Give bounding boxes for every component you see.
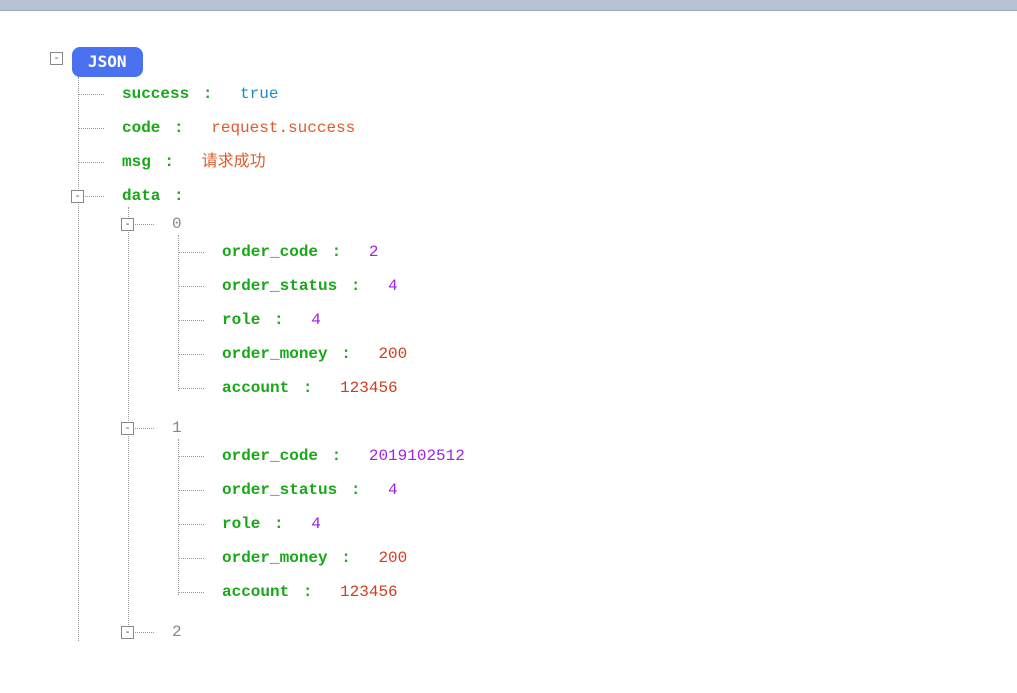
colon: : [199, 85, 217, 103]
node-data-2: - 2 [154, 615, 1017, 649]
collapse-icon[interactable]: - [50, 52, 63, 65]
node-account: account : 123456 [204, 371, 1017, 405]
array-index: 0 [172, 215, 182, 233]
colon: : [328, 447, 346, 465]
key-role: role [222, 515, 260, 533]
node-order-money: order_money : 200 [204, 337, 1017, 371]
node-data-1: - 1 order_code : 2019102512 order_status… [154, 411, 1017, 615]
key-order-money: order_money [222, 549, 328, 567]
node-order-status: order_status : 4 [204, 269, 1017, 303]
key-account: account [222, 379, 289, 397]
colon: : [270, 515, 288, 533]
key-order-money: order_money [222, 345, 328, 363]
colon: : [270, 311, 288, 329]
value-role: 4 [297, 311, 321, 329]
node-order-code: order_code : 2019102512 [204, 439, 1017, 473]
value-account: 123456 [326, 379, 398, 397]
key-order-status: order_status [222, 277, 337, 295]
key-data: data [122, 187, 160, 205]
key-msg: msg [122, 153, 151, 171]
node-role: role : 4 [204, 303, 1017, 337]
value-order-money: 200 [364, 345, 407, 363]
array-index: 2 [172, 623, 182, 641]
colon: : [160, 153, 178, 171]
value-order-status: 4 [374, 277, 398, 295]
key-order-code: order_code [222, 243, 318, 261]
node-success: success : true [104, 77, 1017, 111]
json-viewer: - JSON success : true code : request.suc… [0, 11, 1017, 661]
key-role: role [222, 311, 260, 329]
collapse-icon[interactable]: - [121, 422, 134, 435]
colon: : [170, 187, 188, 205]
collapse-icon[interactable]: - [121, 626, 134, 639]
node-role: role : 4 [204, 507, 1017, 541]
key-order-status: order_status [222, 481, 337, 499]
key-code: code [122, 119, 160, 137]
collapse-icon[interactable]: - [121, 218, 134, 231]
node-order-money: order_money : 200 [204, 541, 1017, 575]
value-success: true [226, 85, 278, 103]
node-data: - data : - 0 order_code : 2 [104, 179, 1017, 655]
node-code: code : request.success [104, 111, 1017, 145]
root-badge: JSON [72, 47, 143, 77]
node-order-code: order_code : 2 [204, 235, 1017, 269]
array-index: 1 [172, 419, 182, 437]
colon: : [299, 583, 317, 601]
value-msg: 请求成功 [188, 153, 266, 171]
value-account: 123456 [326, 583, 398, 601]
value-role: 4 [297, 515, 321, 533]
value-order-code: 2 [355, 243, 379, 261]
value-order-money: 200 [364, 549, 407, 567]
colon: : [328, 243, 346, 261]
colon: : [347, 481, 365, 499]
top-bar [0, 0, 1017, 11]
value-code: request.success [197, 119, 355, 137]
colon: : [347, 277, 365, 295]
key-success: success [122, 85, 189, 103]
key-order-code: order_code [222, 447, 318, 465]
value-order-status: 4 [374, 481, 398, 499]
node-order-status: order_status : 4 [204, 473, 1017, 507]
collapse-icon[interactable]: - [71, 190, 84, 203]
colon: : [170, 119, 188, 137]
value-order-code: 2019102512 [355, 447, 465, 465]
key-account: account [222, 583, 289, 601]
root-node: - JSON success : true code : request.suc… [72, 41, 1017, 661]
node-account: account : 123456 [204, 575, 1017, 609]
colon: : [337, 549, 355, 567]
node-msg: msg : 请求成功 [104, 145, 1017, 179]
colon: : [299, 379, 317, 397]
colon: : [337, 345, 355, 363]
node-data-0: - 0 order_code : 2 order_status : [154, 207, 1017, 411]
